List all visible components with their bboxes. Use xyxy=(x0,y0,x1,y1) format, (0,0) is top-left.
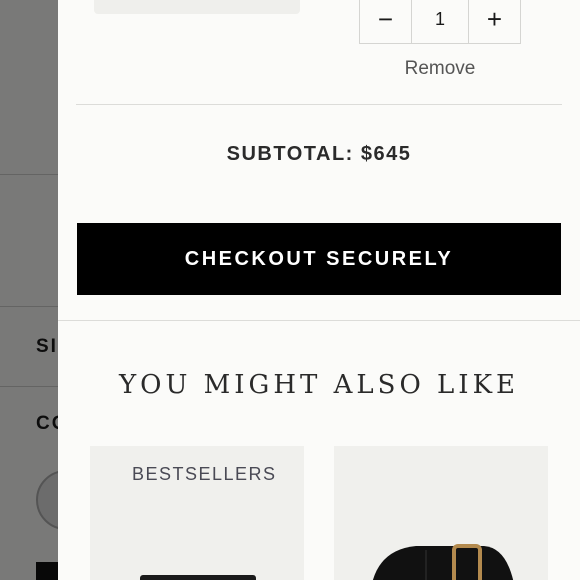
cart-divider xyxy=(76,104,562,105)
watch-strap-image xyxy=(372,544,514,580)
quantity-stepper: − 1 + xyxy=(359,0,521,44)
bracelet-band xyxy=(140,575,256,580)
remove-item-link[interactable]: Remove xyxy=(359,58,521,80)
cart-item-variant-box xyxy=(94,0,300,14)
increase-quantity-button[interactable]: + xyxy=(468,0,520,43)
cart-drawer: − 1 + Remove SUBTOTAL: $645 CHECKOUT SEC… xyxy=(58,0,580,580)
quantity-value: 1 xyxy=(434,8,445,29)
strap-leather xyxy=(372,546,514,580)
recommended-product-card[interactable] xyxy=(334,446,548,580)
recommended-product-card[interactable]: BESTSELLERS xyxy=(90,446,304,580)
checkout-button[interactable]: CHECKOUT SECURELY xyxy=(77,223,561,295)
bracelet-image xyxy=(140,575,256,580)
subtotal: SUBTOTAL: $645 xyxy=(226,143,412,165)
viewport: SIZ CO − 1 + Remove SUBTOTAL: $645 CHECK… xyxy=(0,0,580,580)
decrease-quantity-button[interactable]: − xyxy=(360,0,412,43)
section-divider xyxy=(58,320,580,321)
recommendations-title: YOU MIGHT ALSO LIKE xyxy=(119,370,519,400)
